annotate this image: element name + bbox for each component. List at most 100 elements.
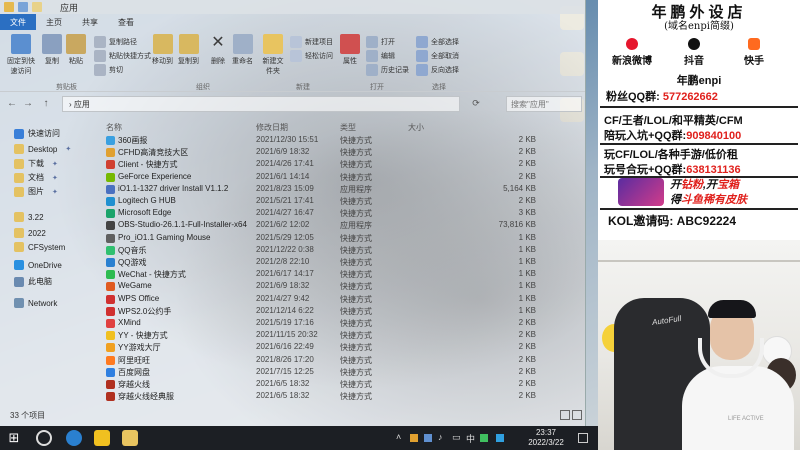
new-folder-button[interactable]: 新建文件夹 [260,34,286,76]
tray-chevron-icon[interactable]: ˄ [396,432,401,442]
app-icon[interactable] [94,430,110,446]
invert-selection-icon [416,64,428,76]
file-row[interactable]: Pro_iO1.1 Gaming Mouse 2021/5/29 12:05 快捷方… [104,232,580,244]
up-button[interactable]: ↑ [40,98,52,109]
tab-home[interactable]: 主页 [36,14,72,30]
douyu-badge-image [618,178,664,206]
column-header-name[interactable]: 名称 [106,122,122,133]
file-size: 1 KB [518,257,536,266]
nav-item[interactable]: 下载 ✦ [14,158,58,169]
select-all-button[interactable]: 全部选择 [416,36,459,48]
file-explorer-icon[interactable] [122,430,138,446]
nav-item[interactable]: 图片 ✦ [14,186,58,197]
new-folder-icon[interactable] [32,2,42,12]
notification-icon[interactable] [578,433,588,443]
file-row[interactable]: 穿越火线 2021/6/5 18:32 快捷方式 2 KB [104,378,580,390]
copy-path-button[interactable]: 复制路径 [94,36,137,48]
delete-x-icon: ✕ [211,34,225,51]
tab-view[interactable]: 查看 [108,14,144,30]
nav-item[interactable]: 文档 ✦ [14,172,58,183]
copy-button[interactable]: 复制 [42,34,62,66]
copy-to-button[interactable]: 复制到 [178,34,199,66]
file-row[interactable]: QQ音乐 2021/12/22 0:38 快捷方式 1 KB [104,244,580,256]
open-button[interactable]: 打开 [366,36,395,48]
network-icon[interactable]: ▭ [452,432,461,443]
file-icon [106,160,115,170]
edit-button[interactable]: 编辑 [366,50,395,62]
file-row[interactable]: QQ游戏 2021/2/8 22:10 快捷方式 1 KB [104,256,580,268]
file-size: 73,816 KB [498,220,536,230]
tab-share[interactable]: 共享 [72,14,108,30]
file-row[interactable]: Client - 快捷方式 2021/4/26 17:41 快捷方式 2 KB [104,158,580,170]
file-row[interactable]: YY - 快捷方式 2021/11/15 20:32 快捷方式 2 KB [104,329,580,341]
forward-button[interactable]: → [22,98,34,109]
file-row[interactable]: WeGame 2021/6/9 18:32 快捷方式 1 KB [104,280,580,292]
easy-access-button[interactable]: 轻松访问 [290,50,333,62]
file-row[interactable]: CFHD高清竞技大区 2021/6/9 18:32 快捷方式 2 KB [104,146,580,158]
invert-selection-button[interactable]: 反向选择 [416,64,459,76]
file-row[interactable]: WPS2.0公约手 2021/12/14 6:22 快捷方式 1 KB [104,305,580,317]
nav-item[interactable]: 2022 [14,228,46,238]
cut-button[interactable]: 剪切 [94,64,123,76]
back-button[interactable]: ← [6,98,18,109]
history-button[interactable]: 历史记录 [366,64,409,76]
nav-item[interactable]: Network [14,298,57,308]
speaker-icon[interactable]: ♪ [438,432,443,442]
search-circle-icon[interactable] [36,430,52,446]
column-header-size[interactable]: 大小 [408,122,424,133]
computer-icon [14,276,24,287]
nav-item[interactable]: 3.22 [14,212,44,222]
file-row[interactable]: YY游戏大厅 2021/6/16 22:49 快捷方式 2 KB [104,341,580,353]
clock[interactable]: 23:37 2022/3/22 [524,428,568,448]
nav-item[interactable]: 此电脑 [14,276,52,287]
search-input[interactable]: 搜索"应用" [506,96,582,112]
nav-item[interactable]: Desktop ✦ [14,144,71,154]
pin-quick-access-button[interactable]: 固定到快速访问 [4,34,38,76]
windows-start-icon[interactable]: ⊞ [6,430,22,446]
tab-file[interactable]: 文件 [0,14,36,30]
tray-app-icon[interactable] [496,434,504,442]
file-icon [106,172,115,182]
browser-icon[interactable] [66,430,82,446]
delete-button[interactable]: ✕ 删除 [208,34,228,66]
file-icon [106,245,115,255]
file-row[interactable]: XMind 2021/5/19 17:16 快捷方式 2 KB [104,317,580,329]
nav-item[interactable]: 快速访问 [14,128,60,139]
details-view-icon[interactable] [560,410,570,420]
nav-item[interactable]: CFSystem [14,242,65,252]
file-row[interactable]: WeChat - 快捷方式 2021/6/17 14:17 快捷方式 1 KB [104,268,580,280]
properties-icon[interactable] [18,2,28,12]
large-icons-view-icon[interactable] [572,410,582,420]
properties-button[interactable]: 属性 [340,34,360,66]
rename-button[interactable]: 重命名 [232,34,253,66]
file-row[interactable]: 阿里旺旺 2021/8/26 17:20 快捷方式 2 KB [104,354,580,366]
address-input[interactable]: › 应用 [62,96,460,112]
file-type: 快捷方式 [340,392,372,402]
ime-indicator[interactable]: 中 [466,432,475,445]
new-item-button[interactable]: 新建项目 [290,36,333,48]
file-row[interactable]: Microsoft Edge 2021/4/27 16:47 快捷方式 3 KB [104,207,580,219]
tray-app-icon[interactable] [410,434,418,442]
move-to-button[interactable]: 移动到 [152,34,173,66]
file-icon [106,258,115,267]
tray-app-icon[interactable] [480,434,488,442]
file-date: 2021/12/14 6:22 [256,305,314,315]
column-header-type[interactable]: 类型 [340,122,356,133]
nav-item[interactable]: OneDrive [14,260,62,270]
file-row[interactable]: iO1.1-1327 driver Install V1.1.2 2021/8/2… [104,183,580,195]
refresh-icon[interactable]: ⟳ [470,98,482,109]
divider [600,208,798,210]
file-row[interactable]: 360画报 2021/12/30 15:51 快捷方式 2 KB [104,134,580,146]
tray-app-icon[interactable] [424,434,432,442]
file-row[interactable]: WPS Office 2021/4/27 9:42 快捷方式 1 KB [104,293,580,305]
file-row[interactable]: OBS-Studio-26.1.1-Full-Installer-x64 2021… [104,219,580,231]
file-size: 2 KB [518,318,536,327]
file-row[interactable]: 穿越火线经典服 2021/6/5 18:32 快捷方式 2 KB [104,390,580,402]
paste-button[interactable]: 粘贴 [66,34,86,66]
select-none-button[interactable]: 全部取消 [416,50,459,62]
file-row[interactable]: GeForce Experience 2021/6/1 14:14 快捷方式 2 KB [104,171,580,183]
column-header-date[interactable]: 修改日期 [256,122,288,133]
file-row[interactable]: Logitech G HUB 2021/5/21 17:41 快捷方式 2 KB [104,195,580,207]
file-row[interactable]: 百度网盘 2021/7/15 12:25 快捷方式 2 KB [104,366,580,378]
paste-shortcut-button[interactable]: 粘贴快捷方式 [94,50,151,62]
